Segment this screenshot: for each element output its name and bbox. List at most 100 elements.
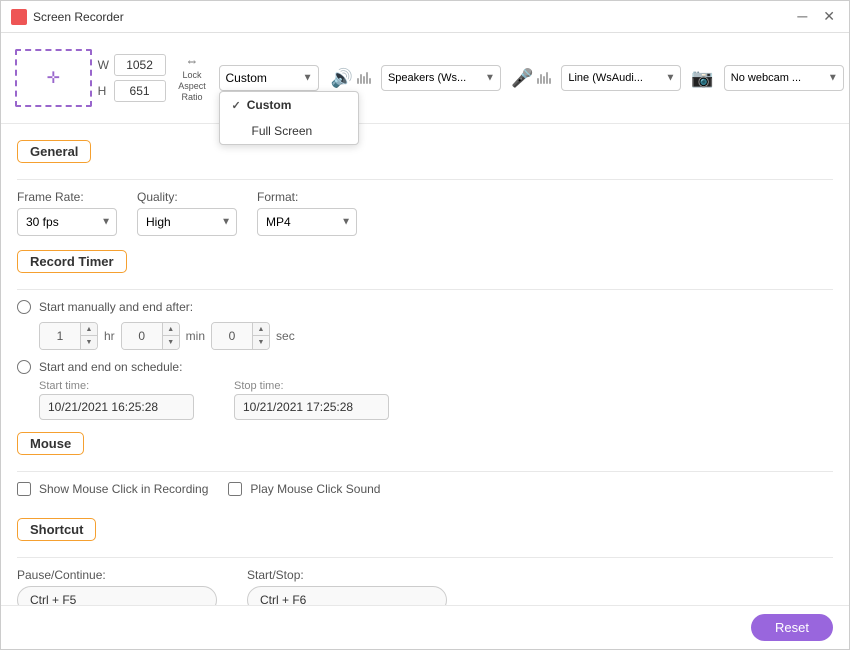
mic-bar-2 (540, 74, 542, 84)
sec-input-wrap: ▲ ▼ (211, 322, 270, 350)
window-title: Screen Recorder (33, 10, 124, 24)
lock-label: Lock AspectRatio (172, 70, 213, 102)
schedule-label: Start and end on schedule: (39, 360, 182, 374)
format-select-wrap[interactable]: MP4 AVI MOV GIF ▼ (257, 208, 357, 236)
height-row: H (98, 80, 166, 102)
height-input[interactable] (114, 80, 166, 102)
speakers-select[interactable]: Speakers (Ws... (381, 65, 501, 91)
mouse-section-header: Mouse (17, 432, 84, 455)
speakers-select-wrap[interactable]: Speakers (Ws... ▼ (381, 65, 501, 91)
schedule-times: Start time: Stop time: (39, 380, 833, 420)
hr-unit: hr (104, 329, 115, 343)
hr-up-btn[interactable]: ▲ (81, 323, 97, 336)
shortcut-section-header: Shortcut (17, 518, 96, 541)
bar-5 (369, 78, 371, 84)
reset-button[interactable]: Reset (751, 614, 833, 641)
start-time-group: Start time: (39, 380, 194, 420)
play-sound-row: Play Mouse Click Sound (228, 482, 380, 496)
sec-input[interactable] (212, 323, 252, 349)
frame-rate-group: Frame Rate: 24 fps 30 fps 60 fps ▼ (17, 190, 117, 236)
pause-label: Pause/Continue: (17, 568, 217, 582)
min-down-btn[interactable]: ▼ (163, 336, 179, 349)
format-select[interactable]: MP4 AVI MOV GIF (257, 208, 357, 236)
play-sound-checkbox[interactable] (228, 482, 242, 496)
resolution-dropdown-menu: ✓ Custom Full Screen (219, 91, 359, 145)
sec-up-btn[interactable]: ▲ (253, 323, 269, 336)
frame-rate-select-wrap[interactable]: 24 fps 30 fps 60 fps ▼ (17, 208, 117, 236)
width-input[interactable] (114, 54, 166, 76)
quality-select-wrap[interactable]: Low Medium High ▼ (137, 208, 237, 236)
title-bar-controls: ─ ✕ (793, 8, 839, 25)
sec-down-btn[interactable]: ▼ (253, 336, 269, 349)
general-divider (17, 179, 833, 180)
min-unit: min (186, 329, 205, 343)
hr-down-btn[interactable]: ▼ (81, 336, 97, 349)
pause-input[interactable] (17, 586, 217, 605)
quality-label: Quality: (137, 190, 237, 204)
show-click-checkbox[interactable] (17, 482, 31, 496)
webcam-select[interactable]: No webcam ... (724, 65, 844, 91)
resolution-option-fullscreen[interactable]: Full Screen (220, 118, 358, 144)
line-select-wrap[interactable]: Line (WsAudi... ▼ (561, 65, 681, 91)
min-up-btn[interactable]: ▲ (163, 323, 179, 336)
main-window: Screen Recorder ─ ✕ ✛ W H (0, 0, 850, 650)
close-button[interactable]: ✕ (819, 8, 839, 25)
width-row: W (98, 54, 166, 76)
speaker-icon: 🔊 (331, 68, 353, 89)
resolution-option-fullscreen-label: Full Screen (252, 124, 313, 138)
wh-inputs: W H (98, 54, 166, 102)
mouse-divider (17, 471, 833, 472)
quality-group: Quality: Low Medium High ▼ (137, 190, 237, 236)
bar-3 (363, 76, 365, 84)
start-stop-label: Start/Stop: (247, 568, 447, 582)
format-group: Format: MP4 AVI MOV GIF ▼ (257, 190, 357, 236)
general-form-row: Frame Rate: 24 fps 30 fps 60 fps ▼ Quali… (17, 190, 833, 236)
start-time-input[interactable] (39, 394, 194, 420)
mic-bar-1 (537, 78, 539, 84)
height-label: H (98, 84, 110, 98)
resolution-select[interactable]: Custom Full Screen (219, 65, 319, 91)
webcam-select-wrap[interactable]: No webcam ... ▼ (724, 65, 844, 91)
schedule-radio[interactable] (17, 360, 31, 374)
resolution-option-custom[interactable]: ✓ Custom (220, 92, 358, 118)
resolution-dropdown[interactable]: Custom Full Screen ▼ ✓ Custom Full Scree… (219, 65, 319, 91)
mic-bars (537, 72, 551, 84)
quality-select[interactable]: Low Medium High (137, 208, 237, 236)
minimize-button[interactable]: ─ (793, 8, 811, 25)
resolution-option-custom-label: Custom (247, 98, 292, 112)
start-stop-group: Start/Stop: (247, 568, 447, 605)
lock-ratio[interactable]: ⇔ Lock AspectRatio (172, 53, 213, 102)
show-click-row: Show Mouse Click in Recording (17, 482, 208, 496)
toolbar: ✛ W H ⇔ Lock AspectRatio Custom (1, 33, 849, 124)
timer-inputs: ▲ ▼ hr ▲ ▼ min ▲ ▼ sec (39, 322, 833, 350)
pause-group: Pause/Continue: (17, 568, 217, 605)
webcam-icon: 📷 (691, 68, 713, 89)
bar-1 (357, 78, 359, 84)
mic-bar-5 (549, 78, 551, 84)
show-click-label: Show Mouse Click in Recording (39, 482, 208, 496)
mic-item: 🎤 (511, 68, 551, 89)
footer: Reset (1, 605, 849, 649)
frame-rate-select[interactable]: 24 fps 30 fps 60 fps (17, 208, 117, 236)
min-input[interactable] (122, 323, 162, 349)
capture-area: ✛ W H ⇔ Lock AspectRatio Custom (15, 49, 319, 107)
stop-time-label: Stop time: (234, 380, 389, 392)
schedule-row: Start and end on schedule: (17, 360, 833, 374)
start-manual-label: Start manually and end after: (39, 300, 193, 314)
min-spinners: ▲ ▼ (162, 323, 179, 349)
hr-spinners: ▲ ▼ (80, 323, 97, 349)
start-manual-row: Start manually and end after: (17, 300, 833, 314)
checkmark-icon: ✓ (232, 99, 241, 112)
sec-spinners: ▲ ▼ (252, 323, 269, 349)
start-manual-radio[interactable] (17, 300, 31, 314)
bar-4 (366, 72, 368, 84)
frame-rate-label: Frame Rate: (17, 190, 117, 204)
start-stop-input[interactable] (247, 586, 447, 605)
line-select[interactable]: Line (WsAudi... (561, 65, 681, 91)
app-icon (11, 9, 27, 25)
shortcut-divider (17, 557, 833, 558)
main-content: General Frame Rate: 24 fps 30 fps 60 fps… (1, 124, 849, 605)
stop-time-input[interactable] (234, 394, 389, 420)
hr-input[interactable] (40, 323, 80, 349)
title-bar-left: Screen Recorder (11, 9, 124, 25)
